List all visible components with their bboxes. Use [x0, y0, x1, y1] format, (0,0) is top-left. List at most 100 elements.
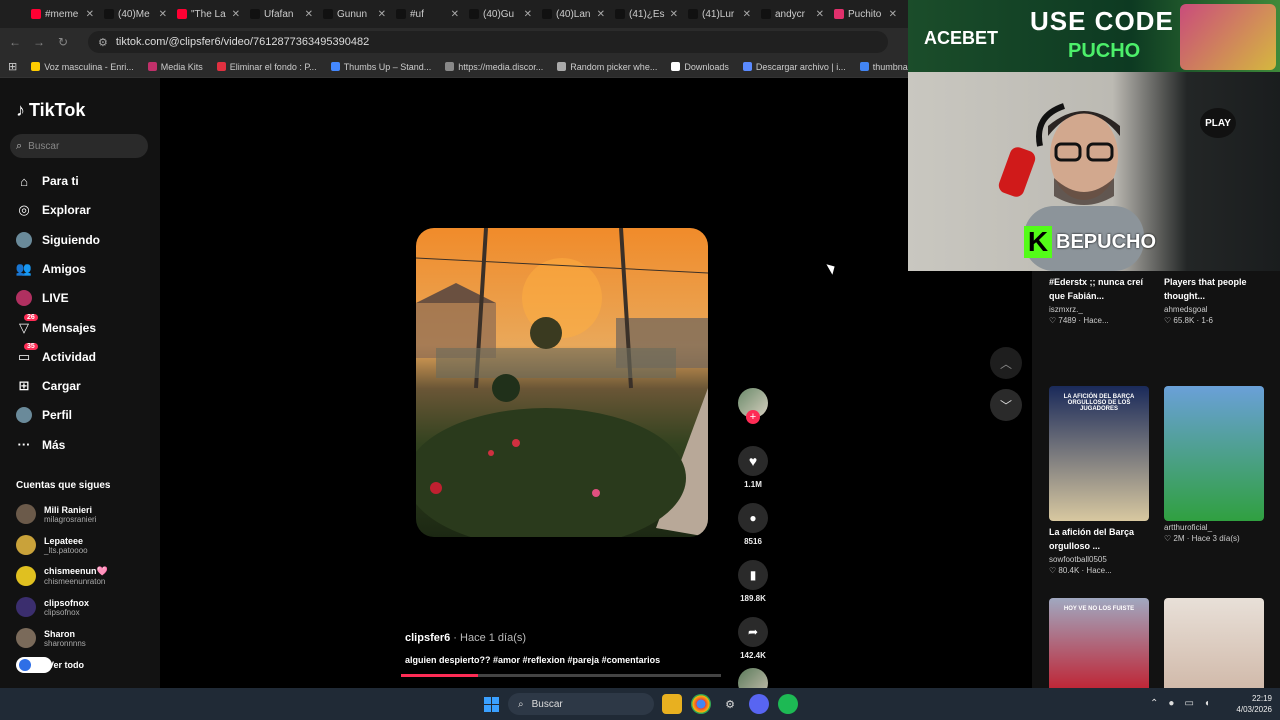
tab-favicon-icon — [31, 9, 41, 19]
video-progress-bar[interactable] — [401, 674, 721, 677]
site-info-icon[interactable]: ⚙ — [98, 36, 108, 49]
windows-start-icon[interactable] — [484, 697, 499, 712]
chevron-up-icon[interactable]: ⌃ — [1150, 698, 1158, 709]
live-icon — [16, 290, 32, 307]
recommended-video-card[interactable]: LA AFICIÓN DEL BARÇA ORGULLOSO DE LOS JU… — [1049, 386, 1149, 575]
tiktok-logo[interactable]: ♪ TikTok — [16, 100, 85, 121]
browser-tab[interactable]: "The La ✕ — [172, 3, 245, 25]
bookmark-item[interactable]: thumbnail save - Bu... — [859, 62, 908, 72]
followed-account[interactable]: Sharon sharonnnns — [16, 625, 86, 651]
browser-tab[interactable]: (40)Lan ✕ — [537, 3, 610, 25]
browser-tab[interactable]: (40)Gu ✕ — [464, 3, 537, 25]
sidebar-item-more[interactable]: ··· Más — [16, 435, 66, 455]
followed-account[interactable]: chismeenun🩷 chismeenunraton — [16, 563, 108, 589]
tab-favicon-icon — [542, 9, 552, 19]
bookmark-item[interactable]: Voz masculina - Enri... — [31, 62, 134, 72]
sidebar-item-upload[interactable]: ⊞ Cargar — [16, 376, 81, 396]
save-button[interactable]: ▮ — [738, 560, 768, 590]
discord-icon[interactable] — [749, 694, 769, 714]
see-all-link[interactable]: Ver todo — [16, 652, 84, 678]
browser-tab[interactable]: (41)¿Es ✕ — [610, 3, 683, 25]
sidebar-item-profile[interactable]: Perfil — [16, 405, 72, 425]
recommended-video-card[interactable] — [1164, 598, 1264, 688]
bookmark-item[interactable]: https://media.discor... — [445, 62, 543, 72]
chrome-icon[interactable] — [691, 694, 711, 714]
previous-video-button[interactable]: ︿ — [990, 347, 1022, 379]
sidebar-item-friends[interactable]: 👥 Amigos — [16, 259, 86, 279]
browser-tab[interactable]: (41)Lur ✕ — [683, 3, 756, 25]
close-tab-icon[interactable]: ✕ — [743, 9, 751, 20]
account-handle: milagrosranieri — [44, 514, 97, 524]
browser-tab[interactable]: #uf ✕ — [391, 3, 464, 25]
sidebar-item-label: Actividad — [42, 349, 97, 364]
bookmark-item[interactable]: Eliminar el fondo : P... — [216, 62, 317, 72]
address-bar[interactable]: ⚙ tiktok.com/@clipsfer6/video/7612877363… — [88, 31, 888, 53]
sponsor-code-line: USE CODE — [1030, 6, 1174, 36]
followed-account[interactable]: Mili Ranieri milagrosranieri — [16, 501, 96, 527]
microphone-icon[interactable]: ● — [1168, 698, 1174, 709]
network-icon[interactable]: ▭ — [1184, 698, 1193, 709]
tab-favicon-icon — [834, 9, 844, 19]
bookmark-item[interactable]: Media Kits — [147, 62, 203, 72]
recommended-video-card[interactable]: #Ederstx ;; nunca creí que Fabián... iszm… — [1049, 271, 1149, 325]
account-name: chismeenun🩷 — [44, 566, 108, 576]
recommended-video-card[interactable]: Players that people thought... ahmedsgoal… — [1164, 271, 1264, 325]
sidebar-search-input[interactable]: ⌕ Buscar — [10, 134, 148, 158]
close-tab-icon[interactable]: ✕ — [524, 9, 532, 20]
sidebar-item-messages[interactable]: ▽ 26 Mensajes — [16, 313, 96, 338]
volume-icon[interactable]: ◖ — [1204, 698, 1210, 709]
share-button[interactable]: ➦ — [738, 617, 768, 647]
close-tab-icon[interactable]: ✕ — [305, 9, 313, 20]
browser-tab[interactable]: Ufafan ✕ — [245, 3, 318, 25]
heart-icon: ♡ — [1164, 316, 1174, 325]
close-tab-icon[interactable]: ✕ — [232, 9, 240, 20]
sidebar-item-following[interactable]: Siguiendo — [16, 230, 100, 250]
taskbar-clock[interactable]: 22:19 4/03/2026 — [1228, 693, 1272, 715]
followed-account[interactable]: Lepateee _lts.patoooo — [16, 532, 88, 558]
sidebar-item-home[interactable]: ⌂ Para ti — [16, 171, 79, 191]
heart-icon: ♡ — [1164, 534, 1174, 543]
video-stats: ♡ 65.8K · 1-6 — [1164, 316, 1213, 325]
comment-button[interactable]: ● — [738, 503, 768, 533]
translate-toggle-icon[interactable] — [16, 657, 52, 673]
file-explorer-icon[interactable] — [662, 694, 682, 714]
like-button[interactable]: ♥ — [738, 446, 768, 476]
browser-tab[interactable]: Gunun ✕ — [318, 3, 391, 25]
bookmark-item[interactable]: Thumbs Up – Stand... — [330, 62, 431, 72]
browser-tab[interactable]: Puchito ✕ — [829, 3, 902, 25]
close-tab-icon[interactable]: ✕ — [451, 9, 459, 20]
browser-tab[interactable]: andycr ✕ — [756, 3, 829, 25]
close-tab-icon[interactable]: ✕ — [889, 9, 897, 20]
follow-plus-icon[interactable]: + — [746, 410, 760, 424]
close-tab-icon[interactable]: ✕ — [670, 9, 678, 20]
apps-icon[interactable]: ⊞ — [8, 60, 17, 73]
followed-account[interactable]: clipsofnox clipsofnox — [16, 594, 89, 620]
settings-icon[interactable]: ⚙ — [720, 694, 740, 714]
saves-count: 189.8K — [740, 594, 766, 603]
close-tab-icon[interactable]: ✕ — [86, 9, 94, 20]
next-video-button[interactable]: ﹀ — [990, 389, 1022, 421]
close-tab-icon[interactable]: ✕ — [159, 9, 167, 20]
spotify-icon[interactable] — [778, 694, 798, 714]
video-author[interactable]: clipsfer6 · Hace 1 día(s) — [405, 632, 526, 644]
recommended-video-card[interactable]: artthuroficial_ ♡ 2M · Hace 3 día(s) — [1164, 386, 1264, 543]
video-player[interactable] — [416, 228, 708, 537]
browser-tab[interactable]: #meme ✕ — [26, 3, 99, 25]
sidebar-item-live[interactable]: LIVE — [16, 288, 69, 308]
close-tab-icon[interactable]: ✕ — [378, 9, 386, 20]
compass-icon: ◎ — [18, 202, 30, 218]
bookmark-item[interactable]: Downloads — [671, 62, 729, 72]
recommended-video-card[interactable]: HOY VE NO LOS FUISTE — [1049, 598, 1149, 688]
bookmark-item[interactable]: Random picker whe... — [557, 62, 657, 72]
close-tab-icon[interactable]: ✕ — [816, 9, 824, 20]
sidebar-item-compass[interactable]: ◎ Explorar — [16, 200, 90, 220]
back-icon[interactable]: ← — [8, 35, 22, 49]
browser-tab[interactable]: (40)Me ✕ — [99, 3, 172, 25]
bookmark-item[interactable]: Descargar archivo | i... — [742, 62, 846, 72]
forward-icon[interactable]: → — [32, 35, 46, 49]
close-tab-icon[interactable]: ✕ — [597, 9, 605, 20]
reload-icon[interactable]: ↻ — [56, 35, 70, 49]
taskbar-search-box[interactable]: ⌕ Buscar — [508, 693, 654, 715]
sidebar-item-activity[interactable]: ▭ 35 Actividad — [16, 342, 97, 367]
bookmark-icon: ▮ — [749, 568, 757, 582]
